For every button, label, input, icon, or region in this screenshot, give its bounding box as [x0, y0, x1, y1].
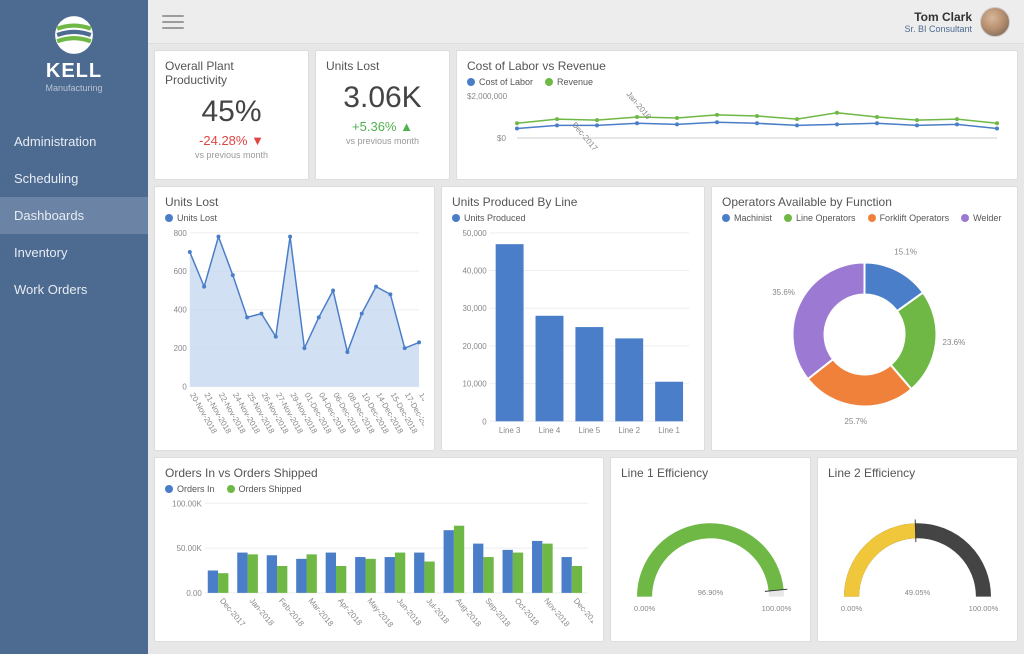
svg-text:0.00%: 0.00%: [634, 604, 656, 613]
svg-text:23.6%: 23.6%: [943, 338, 966, 347]
legend: Units Lost: [165, 213, 424, 223]
logo-icon: [53, 14, 95, 56]
svg-text:$0: $0: [497, 134, 506, 143]
menu-icon[interactable]: [162, 11, 184, 33]
legend: Orders In Orders Shipped: [165, 484, 593, 494]
kpi-value: 45%: [165, 95, 298, 129]
chart-title: Operators Available by Function: [722, 195, 1007, 209]
kpi-title: Overall Plant Productivity: [165, 59, 298, 87]
svg-text:Oct-2018: Oct-2018: [513, 596, 541, 627]
kpi-sub: vs previous month: [326, 136, 439, 146]
svg-text:Apr-2018: Apr-2018: [336, 596, 364, 627]
gauge-chart: 96.90% 0.00% 100.00%: [621, 484, 800, 634]
svg-text:0.00: 0.00: [186, 589, 202, 598]
svg-text:Line 3: Line 3: [499, 426, 521, 435]
svg-text:100.00%: 100.00%: [969, 604, 999, 613]
topbar: Tom Clark Sr. BI Consultant: [148, 0, 1024, 44]
svg-text:600: 600: [174, 267, 188, 276]
svg-text:100.00%: 100.00%: [762, 604, 792, 613]
gauge-line2: Line 2 Efficiency 49.05% 0.00% 100.00%: [817, 457, 1018, 642]
svg-text:Sep-2018: Sep-2018: [483, 596, 512, 629]
sidebar-item-dashboards[interactable]: Dashboards: [0, 197, 148, 234]
sidebar-item-scheduling[interactable]: Scheduling: [0, 160, 148, 197]
chart-title: Orders In vs Orders Shipped: [165, 466, 593, 480]
svg-text:0: 0: [482, 417, 487, 426]
svg-text:Mar-2018: Mar-2018: [306, 596, 335, 628]
svg-text:Dec-2017: Dec-2017: [218, 596, 247, 629]
svg-text:100.00K: 100.00K: [172, 499, 202, 508]
legend: Machinist Line Operators Forklift Operat…: [722, 213, 1007, 223]
kpi-delta: +5.36% ▲: [326, 119, 439, 134]
legend: Units Produced: [452, 213, 694, 223]
svg-text:$2,000,000: $2,000,000: [467, 92, 508, 101]
svg-text:40,000: 40,000: [462, 267, 487, 276]
svg-text:Dec-2018: Dec-2018: [572, 596, 593, 629]
kpi-sub: vs previous month: [165, 150, 298, 160]
svg-text:Aug-2018: Aug-2018: [454, 596, 483, 629]
svg-text:49.05%: 49.05%: [905, 588, 931, 597]
chart-title: Line 2 Efficiency: [828, 466, 1007, 480]
sidebar-item-work-orders[interactable]: Work Orders: [0, 271, 148, 308]
svg-text:20,000: 20,000: [462, 342, 487, 351]
gauge-chart: 49.05% 0.00% 100.00%: [828, 484, 1007, 634]
brand-sub: Manufacturing: [0, 83, 148, 93]
svg-text:96.90%: 96.90%: [698, 588, 724, 597]
gauge-line1: Line 1 Efficiency 96.90% 0.00% 100.00%: [610, 457, 811, 642]
svg-text:Jun-2018: Jun-2018: [395, 596, 424, 628]
svg-text:10,000: 10,000: [462, 380, 487, 389]
donut-chart: 15.1% 23.6% 25.7% 35.6%: [722, 227, 1007, 432]
svg-text:Line 1: Line 1: [658, 426, 680, 435]
line-chart: $2,000,000$0Dec-2017Jan-2018Feb-2018Mar-…: [467, 91, 1007, 173]
svg-text:25.7%: 25.7%: [844, 417, 867, 426]
svg-text:200: 200: [174, 344, 188, 353]
chart-units-lost: Units Lost Units Lost 020040060080020-No…: [154, 186, 435, 451]
logo: KELL Manufacturing: [0, 0, 148, 101]
sidebar-item-administration[interactable]: Administration: [0, 123, 148, 160]
svg-text:Feb-2018: Feb-2018: [679, 91, 708, 92]
chart-cost-vs-revenue: Cost of Labor vs Revenue Cost of Labor R…: [456, 50, 1018, 180]
svg-text:30,000: 30,000: [462, 304, 487, 313]
svg-text:Jan-2018: Jan-2018: [247, 596, 276, 628]
user-name: Tom Clark: [904, 10, 972, 24]
chart-operators: Operators Available by Function Machinis…: [711, 186, 1018, 451]
grouped-bar-chart: 0.00 50.00K 100.00K Dec-2017Jan-2018Feb-201…: [165, 498, 593, 638]
user-box[interactable]: Tom Clark Sr. BI Consultant: [904, 7, 1010, 37]
kpi-title: Units Lost: [326, 59, 439, 73]
svg-text:15.1%: 15.1%: [894, 247, 917, 256]
svg-text:0: 0: [182, 383, 187, 392]
kpi-productivity: Overall Plant Productivity 45% -24.28% ▼…: [154, 50, 309, 180]
svg-text:800: 800: [174, 229, 188, 238]
user-role: Sr. BI Consultant: [904, 24, 972, 34]
svg-text:Nov-2018: Nov-2018: [542, 596, 571, 629]
legend: Cost of Labor Revenue: [467, 77, 1007, 87]
svg-text:50,000: 50,000: [462, 229, 487, 238]
chart-title: Units Produced By Line: [452, 195, 694, 209]
bar-chart: 0 10,000 20,000 30,000 40,000 50,000 Line 3 Lin…: [452, 227, 694, 447]
svg-text:Line 5: Line 5: [579, 426, 601, 435]
svg-text:Line 2: Line 2: [618, 426, 640, 435]
kpi-units-lost: Units Lost 3.06K +5.36% ▲ vs previous mo…: [315, 50, 450, 180]
chart-units-produced: Units Produced By Line Units Produced 0 1…: [441, 186, 705, 451]
svg-text:Feb-2018: Feb-2018: [277, 596, 306, 628]
svg-text:400: 400: [174, 306, 188, 315]
svg-text:50.00K: 50.00K: [177, 544, 203, 553]
svg-text:Line 4: Line 4: [539, 426, 561, 435]
avatar[interactable]: [980, 7, 1010, 37]
chart-title: Cost of Labor vs Revenue: [467, 59, 1007, 73]
chart-title: Line 1 Efficiency: [621, 466, 800, 480]
svg-text:0.00%: 0.00%: [841, 604, 863, 613]
chart-orders: Orders In vs Orders Shipped Orders In Or…: [154, 457, 604, 642]
sidebar-item-inventory[interactable]: Inventory: [0, 234, 148, 271]
brand-name: KELL: [0, 60, 148, 83]
chart-title: Units Lost: [165, 195, 424, 209]
svg-text:Jul-2018: Jul-2018: [424, 596, 451, 626]
area-chart: 020040060080020-Nov-201821-Nov-201822-No…: [165, 227, 424, 447]
svg-text:35.6%: 35.6%: [772, 288, 795, 297]
kpi-value: 3.06K: [326, 81, 439, 115]
svg-text:May-2018: May-2018: [365, 596, 395, 629]
nav: AdministrationSchedulingDashboardsInvent…: [0, 123, 148, 308]
sidebar: KELL Manufacturing AdministrationSchedul…: [0, 0, 148, 654]
kpi-delta: -24.28% ▼: [165, 133, 298, 148]
